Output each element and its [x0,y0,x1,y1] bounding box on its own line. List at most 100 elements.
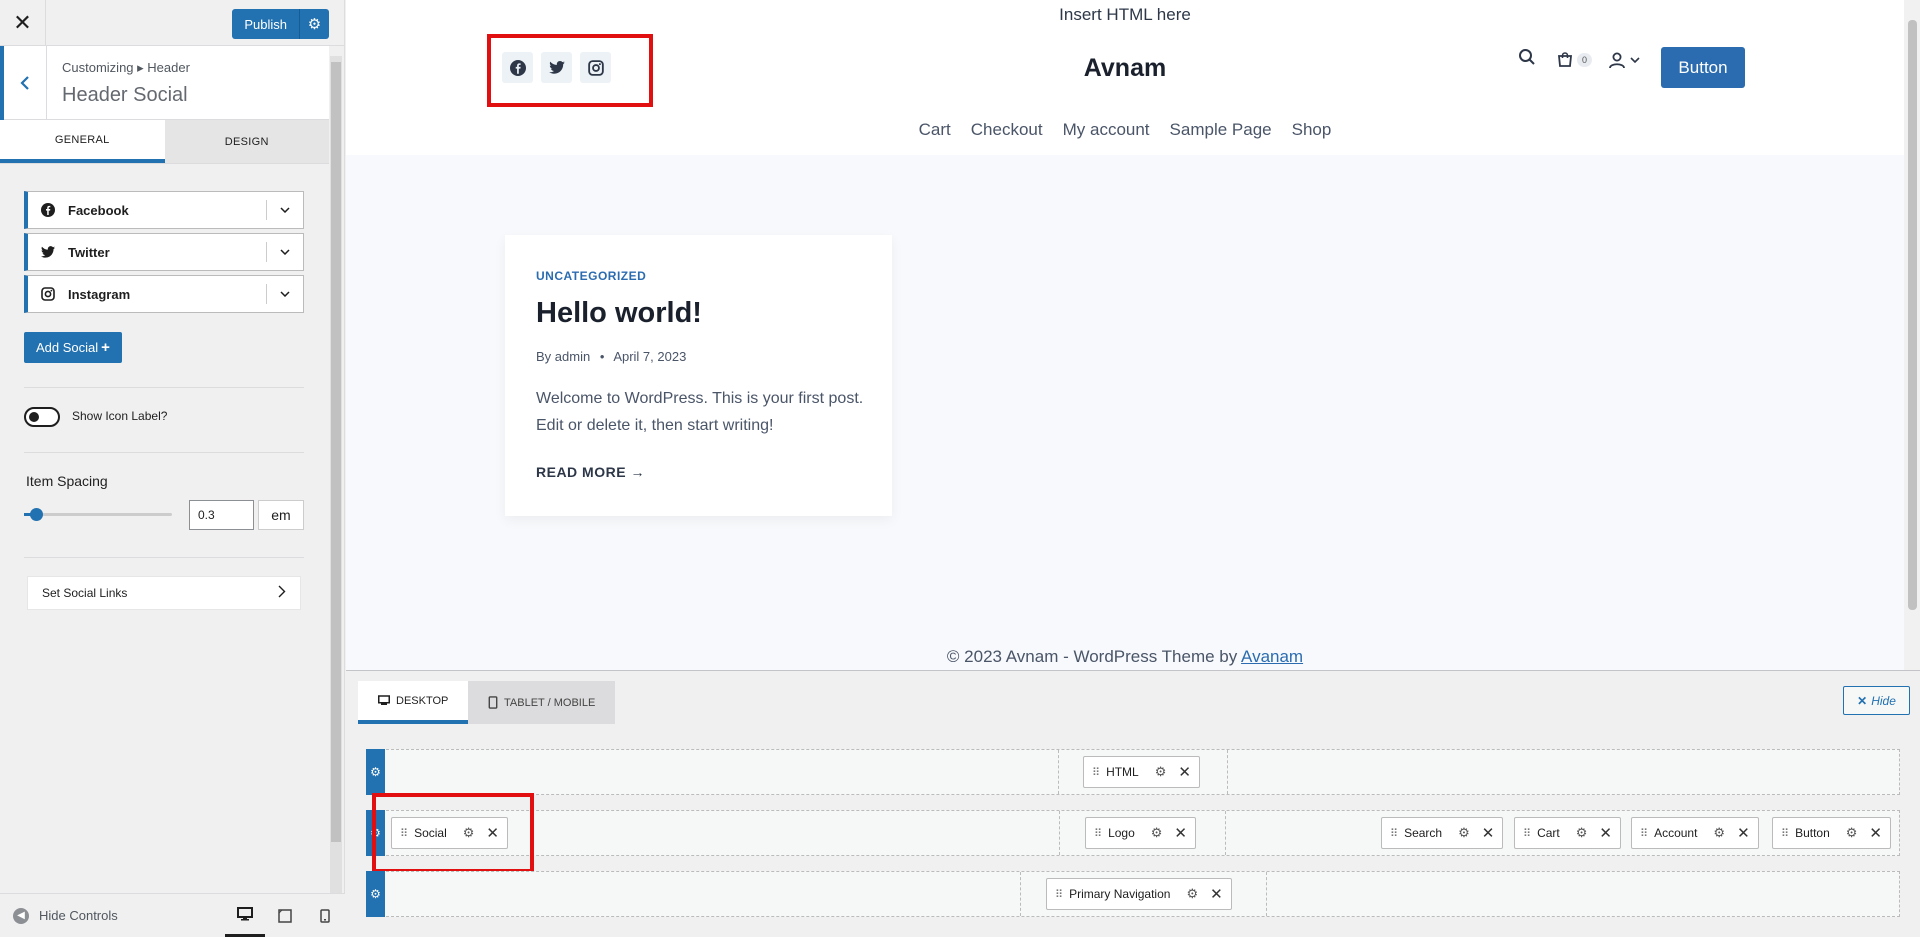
header-button[interactable]: Button [1661,47,1745,88]
site-header: Insert HTML here Avnam 0 Button Cart Che… [346,0,1904,155]
toggle-knob [29,412,39,422]
gear-icon[interactable]: ⚙ [1713,825,1725,841]
close-icon[interactable]: ✕ [1482,824,1495,842]
hide-builder-button[interactable]: ✕ Hide [1843,686,1910,715]
mobile-preview-icon[interactable] [305,894,345,937]
gear-icon[interactable]: ⚙ [1458,825,1470,841]
close-icon: ✕ [1857,693,1868,708]
scrollbar-thumb[interactable] [1908,20,1917,610]
social-item-facebook[interactable]: Facebook [24,191,304,229]
social-item-instagram[interactable]: Instagram [24,275,304,313]
social-item-label: Facebook [68,202,129,218]
chip-primary-navigation[interactable]: ⠿ Primary Navigation ⚙ ✕ [1046,878,1232,910]
tablet-preview-icon[interactable] [265,894,305,937]
chip-search[interactable]: ⠿ Search ⚙ ✕ [1381,817,1504,849]
add-social-button[interactable]: Add Social + [24,332,122,363]
chip-account[interactable]: ⠿ Account ⚙ ✕ [1631,817,1759,849]
close-icon[interactable]: ✕ [1174,824,1187,842]
post-title[interactable]: Hello world! [536,297,702,330]
post-card: UNCATEGORIZED Hello world! By admin • Ap… [505,235,892,516]
nav-item-checkout[interactable]: Checkout [971,120,1043,140]
close-icon[interactable]: ✕ [1210,885,1223,903]
gear-icon[interactable]: ⚙ [1846,825,1858,841]
post-author[interactable]: admin [555,349,590,364]
section-title: Header Social [62,84,188,106]
chevron-down-icon[interactable] [267,291,303,297]
scrollbar-thumb[interactable] [331,62,341,842]
slider-handle[interactable] [29,508,43,521]
tab-general[interactable]: GENERAL [0,120,165,163]
close-icon[interactable]: ✕ [1599,824,1612,842]
collapse-arrow-icon: ◀ [13,907,29,924]
publish-settings-gear-icon[interactable]: ⚙ [299,9,329,39]
item-spacing-unit[interactable]: em [258,500,304,530]
nav-item-shop[interactable]: Shop [1292,120,1332,140]
gear-icon[interactable]: ⚙ [1151,825,1163,841]
read-more-link[interactable]: READ MORE → [536,464,645,480]
footer-copyright: © 2023 Avnam - WordPress Theme by [946,647,1238,666]
item-spacing-slider[interactable] [24,508,172,521]
add-social-label: Add Social [36,340,99,355]
gear-icon[interactable]: ⚙ [1576,825,1588,841]
item-spacing-input[interactable]: 0.3 [189,500,254,530]
drag-handle-icon[interactable]: ⠿ [1092,766,1100,779]
social-chip-highlight-box [372,793,534,873]
instagram-icon [28,287,68,301]
drag-handle-icon[interactable]: ⠿ [1094,827,1102,840]
close-icon[interactable]: ✕ [1178,763,1191,781]
publish-group: Publish ⚙ [232,9,329,39]
nav-item-sample-page[interactable]: Sample Page [1170,120,1272,140]
customizer-sidebar: ✕ Publish ⚙ Customizing ▸ Header Header … [0,0,345,937]
row-settings-gear-icon[interactable]: ⚙ [366,749,385,795]
desktop-preview-icon[interactable] [225,894,265,937]
chip-label: Primary Navigation [1069,887,1171,901]
post-category[interactable]: UNCATEGORIZED [536,269,646,283]
sidebar-scrollbar[interactable] [330,56,342,928]
set-social-links-button[interactable]: Set Social Links [27,576,301,610]
tab-desktop-label: DESKTOP [396,694,449,707]
search-icon[interactable] [1518,48,1536,71]
chevron-down-icon[interactable] [267,249,303,255]
nav-item-my-account[interactable]: My account [1063,120,1150,140]
show-icon-label-toggle[interactable] [24,407,60,427]
drag-handle-icon[interactable]: ⠿ [1781,827,1789,840]
tab-design[interactable]: DESIGN [164,120,329,163]
close-icon[interactable]: ✕ [1737,824,1750,842]
gear-icon[interactable]: ⚙ [1155,764,1167,780]
chip-button[interactable]: ⠿ Button ⚙ ✕ [1772,817,1891,849]
facebook-icon [28,203,68,217]
chip-label: Search [1404,826,1443,840]
publish-button[interactable]: Publish [232,9,299,39]
close-icon[interactable]: ✕ [1869,824,1882,842]
cart-count-badge: 0 [1577,52,1593,67]
social-item-twitter[interactable]: Twitter [24,233,304,271]
drag-handle-icon[interactable]: ⠿ [1055,888,1063,901]
sidebar-footer: ◀ Hide Controls [0,893,345,937]
tab-tablet-mobile[interactable]: TABLET / MOBILE [468,681,616,724]
drag-handle-icon[interactable]: ⠿ [1640,827,1648,840]
chip-cart[interactable]: ⠿ Cart ⚙ ✕ [1514,817,1621,849]
post-date[interactable]: April 7, 2023 [613,349,686,364]
chip-html[interactable]: ⠿ HTML ⚙ ✕ [1083,756,1200,788]
hide-controls-button[interactable]: ◀ Hide Controls [13,907,225,924]
nav-item-cart[interactable]: Cart [919,120,951,140]
gear-icon[interactable]: ⚙ [1186,886,1198,902]
social-item-label: Instagram [68,286,131,302]
drag-handle-icon[interactable]: ⠿ [1390,827,1398,840]
footer-link[interactable]: Avanam [1241,647,1303,666]
chip-label: HTML [1106,765,1139,779]
drag-handle-icon[interactable]: ⠿ [1523,827,1531,840]
back-chevron-icon[interactable] [0,46,47,120]
desktop-icon [378,695,390,705]
account-icon[interactable] [1608,51,1640,69]
builder-row-bottom: ⚙ ⠿ Primary Navigation ⚙ ✕ [366,871,1900,917]
tab-desktop[interactable]: DESKTOP [358,681,469,724]
preview-scrollbar[interactable] [1904,0,1920,670]
close-icon[interactable]: ✕ [0,0,46,46]
header-tools: 0 [1518,48,1640,71]
chevron-down-icon[interactable] [267,207,303,213]
chip-logo[interactable]: ⠿ Logo ⚙ ✕ [1085,817,1196,849]
row-settings-gear-icon[interactable]: ⚙ [366,871,385,917]
set-social-links-label: Set Social Links [42,586,128,600]
cart-icon[interactable]: 0 [1556,51,1593,69]
